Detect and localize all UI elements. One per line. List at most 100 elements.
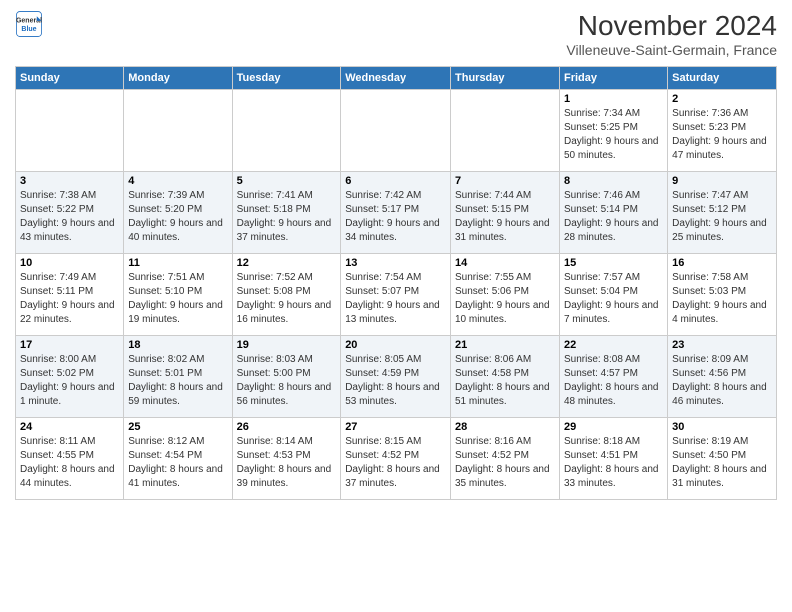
day-number: 19: [237, 339, 337, 351]
day-number: 14: [455, 257, 555, 269]
day-info: Sunrise: 8:08 AM Sunset: 4:57 PM Dayligh…: [564, 353, 663, 409]
day-info: Sunrise: 7:36 AM Sunset: 5:23 PM Dayligh…: [672, 107, 772, 163]
day-info: Sunrise: 8:14 AM Sunset: 4:53 PM Dayligh…: [237, 435, 337, 491]
day-number: 9: [672, 175, 772, 187]
day-number: 21: [455, 339, 555, 351]
day-number: 7: [455, 175, 555, 187]
day-info: Sunrise: 7:54 AM Sunset: 5:07 PM Dayligh…: [345, 271, 446, 327]
col-monday: Monday: [124, 67, 232, 90]
calendar-cell: 2 Sunrise: 7:36 AM Sunset: 5:23 PM Daylig…: [668, 90, 777, 172]
calendar-cell: 11 Sunrise: 7:51 AM Sunset: 5:10 PM Dayli…: [124, 254, 232, 336]
calendar-cell: 20Sunrise: 8:05 AM Sunset: 4:59 PM Dayli…: [341, 336, 451, 418]
day-info: Sunrise: 7:41 AM Sunset: 5:18 PM Dayligh…: [237, 189, 337, 245]
day-number: 11: [128, 257, 227, 269]
day-number: 25: [128, 421, 227, 433]
day-info: Sunrise: 7:39 AM Sunset: 5:20 PM Dayligh…: [128, 189, 227, 245]
header: General Blue November 2024 Villeneuve-Sa…: [15, 10, 777, 58]
calendar-week-row: 10 Sunrise: 7:49 AM Sunset: 5:11 PM Dayli…: [16, 254, 777, 336]
calendar-cell: 23 Sunrise: 8:09 AM Sunset: 4:56 PM Dayli…: [668, 336, 777, 418]
calendar-cell: 1 Sunrise: 7:34 AM Sunset: 5:25 PM Daylig…: [559, 90, 667, 172]
calendar-cell: 16 Sunrise: 7:58 AM Sunset: 5:03 PM Dayli…: [668, 254, 777, 336]
calendar-cell: 13 Sunrise: 7:54 AM Sunset: 5:07 PM Dayli…: [341, 254, 451, 336]
calendar-cell: 17Sunrise: 8:00 AM Sunset: 5:02 PM Dayli…: [16, 336, 124, 418]
day-info: Sunrise: 8:12 AM Sunset: 4:54 PM Dayligh…: [128, 435, 227, 491]
day-number: 30: [672, 421, 772, 433]
day-number: 27: [345, 421, 446, 433]
day-info: Sunrise: 7:58 AM Sunset: 5:03 PM Dayligh…: [672, 271, 772, 327]
logo-icon: General Blue: [15, 10, 43, 38]
day-info: Sunrise: 8:06 AM Sunset: 4:58 PM Dayligh…: [455, 353, 555, 409]
day-number: 4: [128, 175, 227, 187]
calendar-week-row: 3 Sunrise: 7:38 AM Sunset: 5:22 PM Daylig…: [16, 172, 777, 254]
day-info: Sunrise: 7:47 AM Sunset: 5:12 PM Dayligh…: [672, 189, 772, 245]
calendar-header-row: Sunday Monday Tuesday Wednesday Thursday…: [16, 67, 777, 90]
day-info: Sunrise: 7:34 AM Sunset: 5:25 PM Dayligh…: [564, 107, 663, 163]
day-info: Sunrise: 8:00 AM Sunset: 5:02 PM Dayligh…: [20, 353, 119, 409]
calendar-week-row: 17Sunrise: 8:00 AM Sunset: 5:02 PM Dayli…: [16, 336, 777, 418]
calendar-cell: 22 Sunrise: 8:08 AM Sunset: 4:57 PM Dayli…: [559, 336, 667, 418]
day-number: 26: [237, 421, 337, 433]
day-info: Sunrise: 8:11 AM Sunset: 4:55 PM Dayligh…: [20, 435, 119, 491]
calendar-cell: [232, 90, 341, 172]
day-info: Sunrise: 7:42 AM Sunset: 5:17 PM Dayligh…: [345, 189, 446, 245]
day-number: 22: [564, 339, 663, 351]
calendar-cell: 6 Sunrise: 7:42 AM Sunset: 5:17 PM Daylig…: [341, 172, 451, 254]
day-number: 10: [20, 257, 119, 269]
calendar-cell: 27 Sunrise: 8:15 AM Sunset: 4:52 PM Dayli…: [341, 418, 451, 500]
calendar-cell: 19 Sunrise: 8:03 AM Sunset: 5:00 PM Dayli…: [232, 336, 341, 418]
day-info: Sunrise: 7:38 AM Sunset: 5:22 PM Dayligh…: [20, 189, 119, 245]
day-info: Sunrise: 7:57 AM Sunset: 5:04 PM Dayligh…: [564, 271, 663, 327]
col-saturday: Saturday: [668, 67, 777, 90]
day-number: 13: [345, 257, 446, 269]
calendar-cell: [451, 90, 560, 172]
day-number: 6: [345, 175, 446, 187]
day-info: Sunrise: 7:51 AM Sunset: 5:10 PM Dayligh…: [128, 271, 227, 327]
calendar-cell: 21 Sunrise: 8:06 AM Sunset: 4:58 PM Dayli…: [451, 336, 560, 418]
location: Villeneuve-Saint-Germain, France: [566, 42, 777, 58]
day-info: Sunrise: 8:09 AM Sunset: 4:56 PM Dayligh…: [672, 353, 772, 409]
day-number: 3: [20, 175, 119, 187]
day-number: 24: [20, 421, 119, 433]
calendar-cell: 4 Sunrise: 7:39 AM Sunset: 5:20 PM Daylig…: [124, 172, 232, 254]
calendar-cell: 14 Sunrise: 7:55 AM Sunset: 5:06 PM Dayli…: [451, 254, 560, 336]
calendar-cell: 29 Sunrise: 8:18 AM Sunset: 4:51 PM Dayli…: [559, 418, 667, 500]
calendar-cell: [16, 90, 124, 172]
day-number: 20: [345, 339, 446, 351]
logo: General Blue: [15, 10, 43, 38]
day-number: 1: [564, 93, 663, 105]
day-info: Sunrise: 8:03 AM Sunset: 5:00 PM Dayligh…: [237, 353, 337, 409]
calendar-week-row: 24 Sunrise: 8:11 AM Sunset: 4:55 PM Dayli…: [16, 418, 777, 500]
day-number: 2: [672, 93, 772, 105]
day-number: 15: [564, 257, 663, 269]
title-block: November 2024 Villeneuve-Saint-Germain, …: [566, 10, 777, 58]
col-tuesday: Tuesday: [232, 67, 341, 90]
day-number: 29: [564, 421, 663, 433]
calendar-cell: 24 Sunrise: 8:11 AM Sunset: 4:55 PM Dayli…: [16, 418, 124, 500]
calendar-cell: 26 Sunrise: 8:14 AM Sunset: 4:53 PM Dayli…: [232, 418, 341, 500]
day-info: Sunrise: 7:49 AM Sunset: 5:11 PM Dayligh…: [20, 271, 119, 327]
calendar-cell: 3 Sunrise: 7:38 AM Sunset: 5:22 PM Daylig…: [16, 172, 124, 254]
page: General Blue November 2024 Villeneuve-Sa…: [0, 0, 792, 612]
svg-text:Blue: Blue: [21, 26, 36, 33]
day-info: Sunrise: 8:16 AM Sunset: 4:52 PM Dayligh…: [455, 435, 555, 491]
calendar: Sunday Monday Tuesday Wednesday Thursday…: [15, 66, 777, 500]
col-wednesday: Wednesday: [341, 67, 451, 90]
day-number: 12: [237, 257, 337, 269]
col-thursday: Thursday: [451, 67, 560, 90]
calendar-cell: 15 Sunrise: 7:57 AM Sunset: 5:04 PM Dayli…: [559, 254, 667, 336]
month-title: November 2024: [566, 10, 777, 42]
calendar-cell: 25 Sunrise: 8:12 AM Sunset: 4:54 PM Dayli…: [124, 418, 232, 500]
day-number: 16: [672, 257, 772, 269]
day-info: Sunrise: 8:15 AM Sunset: 4:52 PM Dayligh…: [345, 435, 446, 491]
day-number: 28: [455, 421, 555, 433]
day-info: Sunrise: 8:19 AM Sunset: 4:50 PM Dayligh…: [672, 435, 772, 491]
day-info: Sunrise: 7:44 AM Sunset: 5:15 PM Dayligh…: [455, 189, 555, 245]
day-number: 23: [672, 339, 772, 351]
day-info: Sunrise: 8:18 AM Sunset: 4:51 PM Dayligh…: [564, 435, 663, 491]
calendar-cell: 30 Sunrise: 8:19 AM Sunset: 4:50 PM Dayli…: [668, 418, 777, 500]
calendar-cell: 7 Sunrise: 7:44 AM Sunset: 5:15 PM Daylig…: [451, 172, 560, 254]
col-sunday: Sunday: [16, 67, 124, 90]
day-info: Sunrise: 8:02 AM Sunset: 5:01 PM Dayligh…: [128, 353, 227, 409]
calendar-cell: 5Sunrise: 7:41 AM Sunset: 5:18 PM Daylig…: [232, 172, 341, 254]
day-info: Sunrise: 7:55 AM Sunset: 5:06 PM Dayligh…: [455, 271, 555, 327]
